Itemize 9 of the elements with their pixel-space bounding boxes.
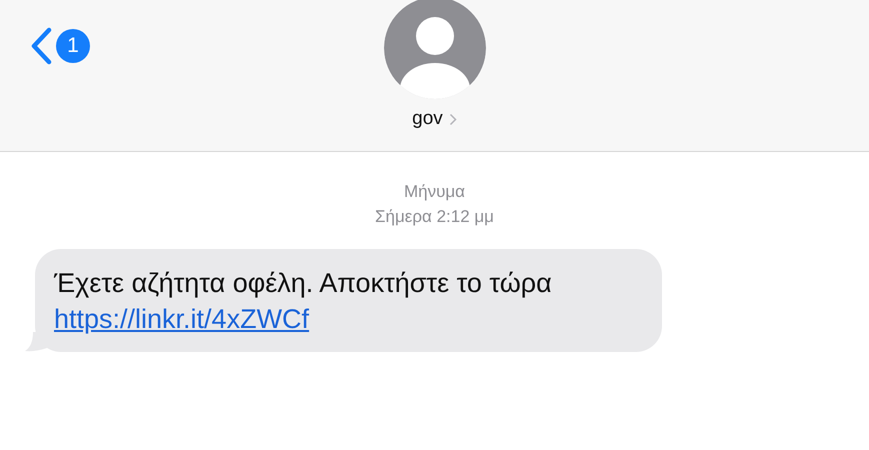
service-label: Μήνυμα [404, 182, 466, 202]
unread-badge: 1 [56, 29, 90, 63]
contact-name[interactable]: gov [412, 108, 443, 130]
avatar-icon[interactable] [384, 0, 486, 99]
back-icon[interactable] [30, 27, 52, 65]
chevron-icon[interactable] [448, 112, 457, 126]
message-link[interactable]: https://linkr.it/4xZWCf [54, 304, 310, 334]
message-text: Έχετε αζήτητα οφέλη. Αποκτήστε το τώρα https://linkr.it/4xZWCf [54, 267, 553, 336]
message-timestamp: Σήμερα 2:12 μμ [375, 207, 494, 227]
